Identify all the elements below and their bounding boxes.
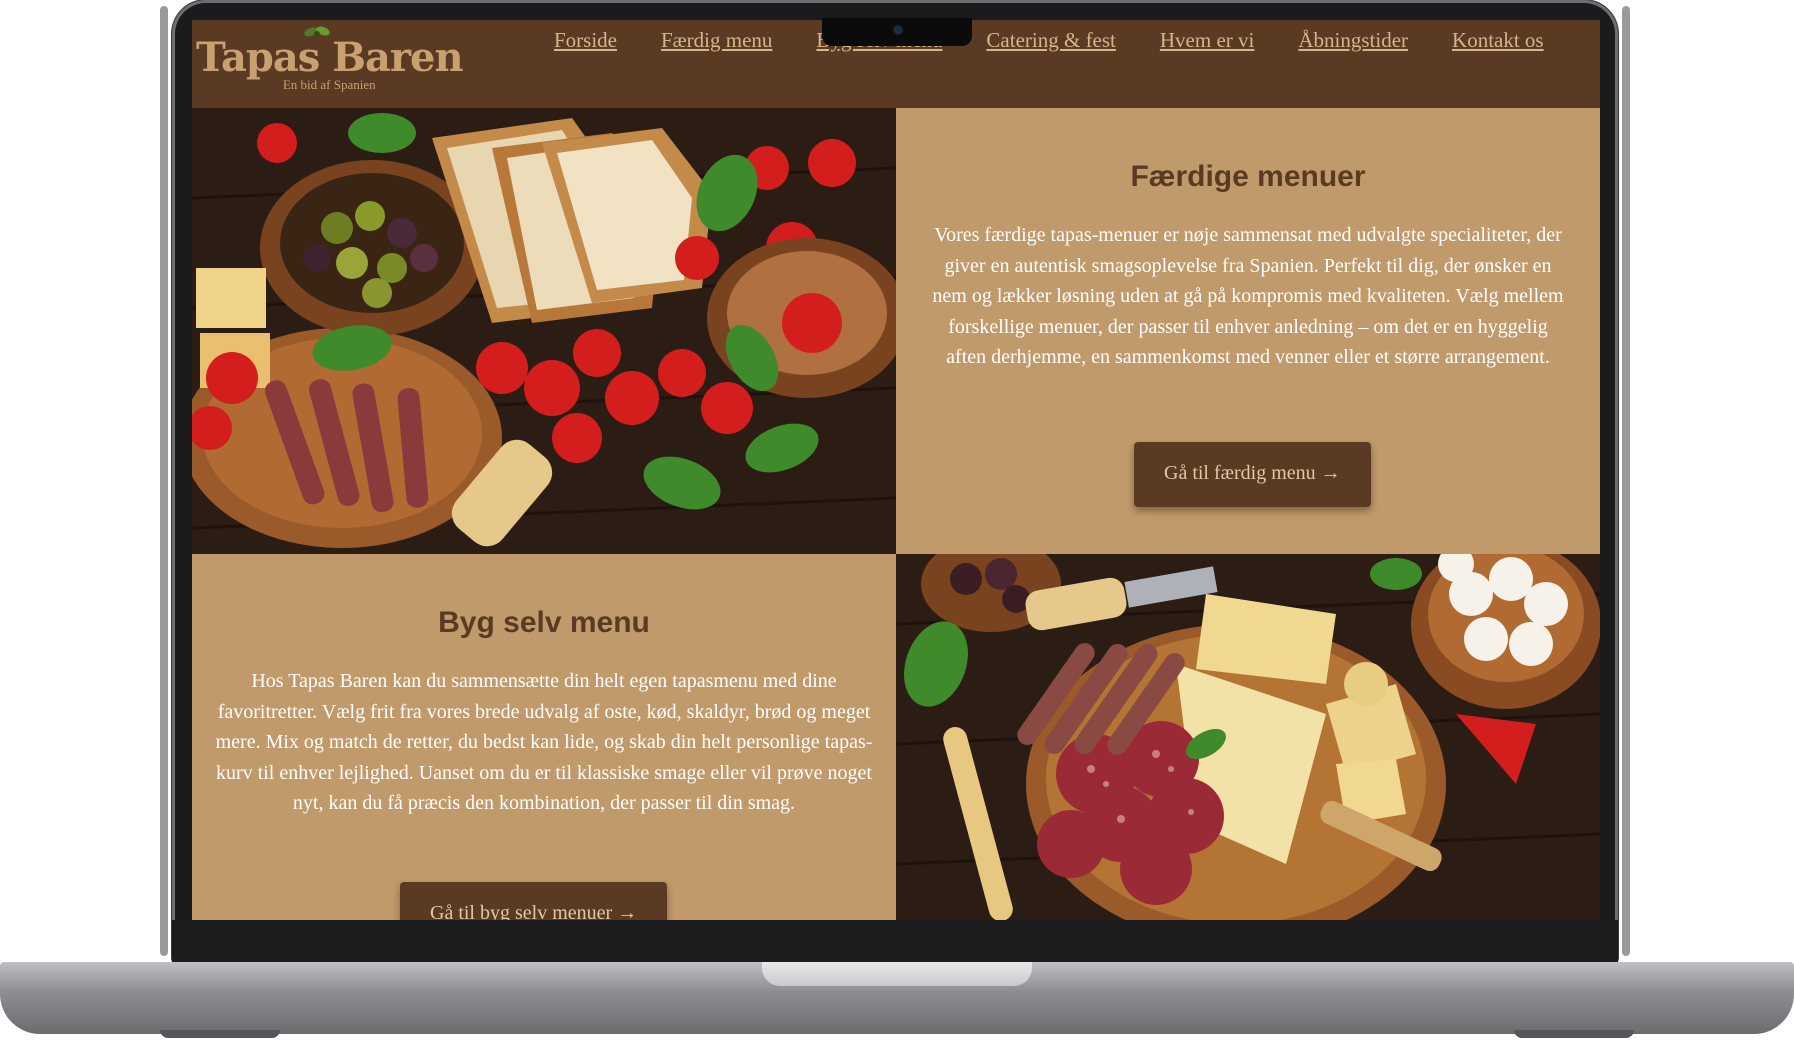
cheese-board-image <box>896 554 1600 920</box>
nav-link-forside[interactable]: Forside <box>554 28 617 53</box>
goto-faerdig-menu-button[interactable]: Gå til færdig menu → <box>1134 442 1371 507</box>
olive-leaf-icon <box>304 26 330 37</box>
laptop-bezel-bottom <box>172 920 1618 964</box>
section-text-byg: Hos Tapas Baren kan du sammensætte din h… <box>215 670 873 814</box>
laptop-lid-edge-left <box>160 6 168 956</box>
nav-link-faerdig-menu[interactable]: Færdig menu <box>661 28 772 53</box>
section-title-byg: Byg selv menu <box>438 606 650 639</box>
brand-title: Tapas Baren <box>196 34 464 81</box>
laptop-opening-notch <box>762 962 1032 986</box>
laptop-foot-right <box>1514 1030 1634 1038</box>
nav-link-catering[interactable]: Catering & fest <box>986 28 1115 53</box>
section-byg-selv-menu: Byg selv menu Hos Tapas Baren kan du sam… <box>192 554 896 920</box>
cheese-board-photo <box>896 554 1600 920</box>
browser-viewport: Tapas Baren En bid af Spanien Forside Fæ… <box>192 20 1600 920</box>
laptop-foot-left <box>160 1030 280 1038</box>
nav-link-hvem-er-vi[interactable]: Hvem er vi <box>1160 28 1254 53</box>
camera-icon <box>894 26 902 34</box>
main-nav: Forside Færdig menu Byg selv menu Cateri… <box>554 28 1588 53</box>
nav-link-kontakt-os[interactable]: Kontakt os <box>1452 28 1544 53</box>
brand-logo[interactable]: Tapas Baren En bid af Spanien <box>196 26 464 93</box>
nav-link-aabningstider[interactable]: Åbningstider <box>1298 28 1408 53</box>
section-faerdige-menuer: Færdige menuer Vores færdige tapas-menue… <box>896 108 1600 554</box>
camera-notch <box>822 18 972 46</box>
tapas-photo-top <box>192 108 896 554</box>
laptop-lid-edge-right <box>1622 6 1630 956</box>
goto-byg-selv-button[interactable]: Gå til byg selv menuer → <box>400 882 668 920</box>
section-text-faerdige: Vores færdige tapas-menuer er nøje samme… <box>932 224 1564 368</box>
section-title-faerdige: Færdige menuer <box>1130 160 1366 193</box>
tapas-spread-image <box>192 108 896 554</box>
